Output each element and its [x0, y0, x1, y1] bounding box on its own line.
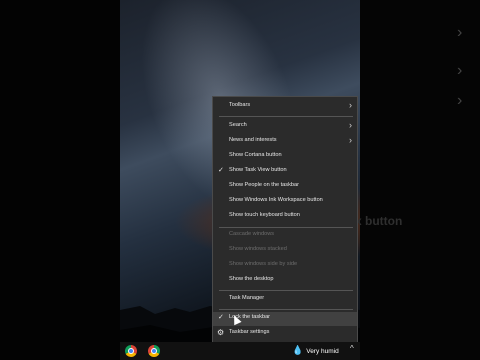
menu-separator [219, 309, 353, 310]
menu-item-cascade-windows: Cascade windows [213, 229, 357, 243]
menu-item-label: News and interests [229, 137, 277, 143]
chevron-right-icon: › [457, 62, 463, 79]
chevron-right-icon: › [349, 135, 352, 145]
menu-item-label: Show touch keyboard button [229, 212, 300, 218]
menu-item-show-task-view[interactable]: ✓ Show Task View button [213, 165, 357, 179]
menu-item-task-manager[interactable]: Task Manager [213, 293, 357, 307]
menu-item-label: Show Task View button [229, 167, 287, 173]
taskbar-context-menu: Toolbars › Search › News and interests ›… [212, 96, 358, 344]
menu-item-show-ink-workspace[interactable]: Show Windows Ink Workspace button [213, 195, 357, 209]
background-ghost-text: x button [355, 214, 403, 228]
left-dark-panel [0, 0, 120, 360]
taskbar[interactable]: 💧 Very humid ^ [120, 342, 360, 360]
chrome-icon[interactable] [125, 345, 137, 357]
menu-separator [219, 227, 353, 228]
weather-widget[interactable]: 💧 Very humid [292, 345, 339, 356]
tray-chevron-up-icon[interactable]: ^ [350, 344, 354, 353]
chevron-right-icon: › [349, 100, 352, 110]
menu-separator [219, 116, 353, 117]
gear-icon: ⚙ [217, 328, 225, 337]
weather-text: Very humid [306, 348, 339, 355]
chevron-right-icon: › [457, 92, 463, 109]
menu-item-label: Cascade windows [229, 231, 275, 237]
menu-item-label: Show Cortana button [229, 152, 282, 158]
menu-item-show-touch-keyboard[interactable]: Show touch keyboard button [213, 210, 357, 224]
menu-item-taskbar-settings[interactable]: ⚙ Taskbar settings [213, 327, 357, 341]
menu-item-search[interactable]: Search › [213, 120, 357, 134]
menu-item-show-people[interactable]: Show People on the taskbar [213, 180, 357, 194]
menu-item-label: Show windows side by side [229, 261, 298, 267]
menu-item-show-windows-side-by-side: Show windows side by side [213, 259, 357, 273]
checkmark-icon: ✓ [218, 314, 224, 321]
chevron-right-icon: › [349, 120, 352, 130]
menu-item-label: Show People on the taskbar [229, 182, 299, 188]
chrome-canary-icon[interactable] [148, 345, 160, 357]
menu-separator [219, 290, 353, 291]
menu-item-show-windows-stacked: Show windows stacked [213, 244, 357, 258]
water-drop-icon: 💧 [292, 345, 304, 355]
right-dark-panel: › › › [360, 0, 480, 360]
menu-item-show-cortana[interactable]: Show Cortana button [213, 150, 357, 164]
menu-item-label: Search [229, 122, 247, 128]
menu-item-toolbars[interactable]: Toolbars › [213, 100, 357, 114]
menu-item-label: Toolbars [229, 102, 251, 108]
menu-item-label: Show Windows Ink Workspace button [229, 197, 323, 203]
menu-item-news-and-interests[interactable]: News and interests › [213, 135, 357, 149]
chevron-right-icon: › [457, 24, 463, 41]
menu-item-label: Show windows stacked [229, 246, 287, 252]
menu-item-label: Show the desktop [229, 276, 274, 282]
menu-item-label: Task Manager [229, 295, 265, 301]
menu-item-label: Taskbar settings [229, 329, 270, 335]
menu-item-show-desktop[interactable]: Show the desktop [213, 274, 357, 288]
checkmark-icon: ✓ [218, 167, 224, 174]
